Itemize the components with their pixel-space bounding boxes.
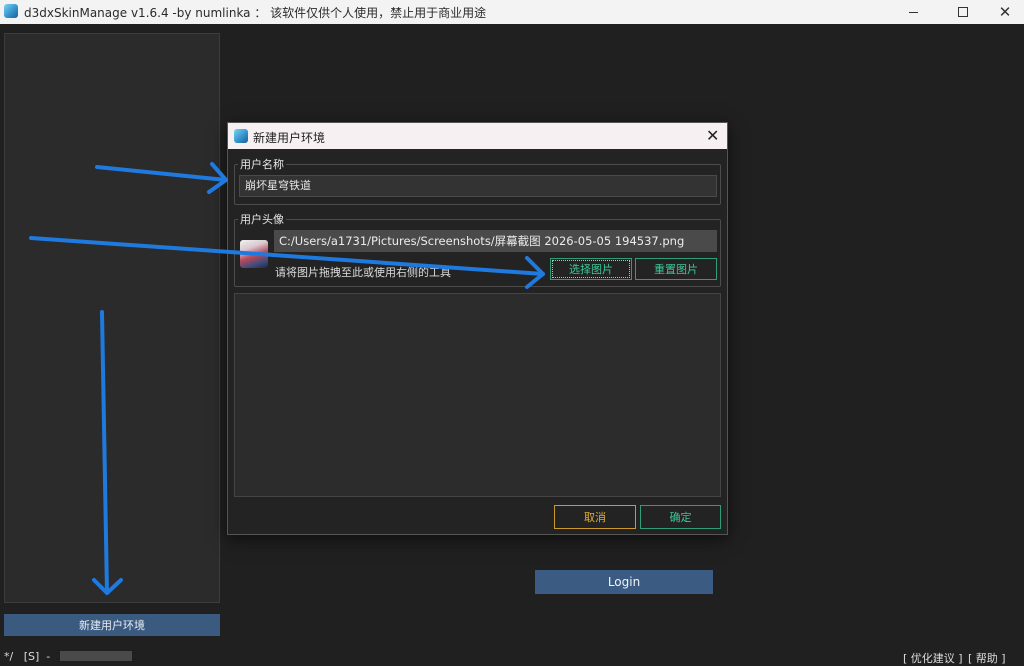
minimize-button[interactable]	[890, 0, 936, 24]
window-close-button[interactable]: ✕	[982, 0, 1024, 24]
window-title: d3dxSkinManage v1.6.4 -by numlinka ： 该软件…	[24, 6, 487, 20]
optimize-suggestion-link[interactable]: [ 优化建议 ]	[903, 650, 963, 666]
cancel-button[interactable]: 取消	[554, 505, 636, 529]
user-environment-list[interactable]	[4, 33, 220, 603]
window-titlebar: d3dxSkinManage v1.6.4 -by numlinka ： 该软件…	[0, 0, 1024, 24]
new-user-environment-button[interactable]: 新建用户环境	[4, 614, 220, 636]
user-avatar-group-label: 用户头像	[240, 213, 284, 226]
reset-image-button[interactable]: 重置图片	[635, 258, 717, 280]
drag-hint-text: 请将图片拖拽至此或使用右侧的工具	[275, 266, 451, 279]
new-user-environment-dialog: 新建用户环境 ✕ 用户名称 崩坏星穹铁道 用户头像 C:/Users/a1731…	[227, 122, 728, 535]
user-name-group-label: 用户名称	[240, 158, 284, 171]
maximize-button[interactable]	[940, 0, 986, 24]
close-icon: ✕	[998, 3, 1012, 21]
dialog-app-icon	[234, 129, 248, 143]
avatar-path-field[interactable]: C:/Users/a1731/Pictures/Screenshots/屏幕截图…	[274, 230, 717, 252]
user-name-input[interactable]: 崩坏星穹铁道	[239, 175, 717, 197]
maximize-icon	[958, 7, 968, 17]
status-bar: */ [S] - [ 优化建议 ] [ 帮助 ]	[0, 648, 1024, 665]
select-image-button[interactable]: 选择图片	[550, 258, 632, 280]
dialog-close-icon[interactable]: ✕	[706, 126, 719, 145]
help-link[interactable]: [ 帮助 ]	[968, 650, 1006, 666]
dialog-title: 新建用户环境	[253, 131, 326, 145]
confirm-button[interactable]: 确定	[640, 505, 721, 529]
avatar-thumbnail	[240, 240, 268, 268]
avatar-preview-area[interactable]	[234, 293, 721, 497]
minimize-icon	[908, 11, 918, 13]
status-text: */ [S] -	[4, 650, 51, 663]
app-logo-icon	[4, 4, 18, 18]
dialog-titlebar: 新建用户环境 ✕	[228, 123, 727, 149]
login-button[interactable]: Login	[535, 570, 713, 594]
progress-bar	[60, 651, 132, 661]
